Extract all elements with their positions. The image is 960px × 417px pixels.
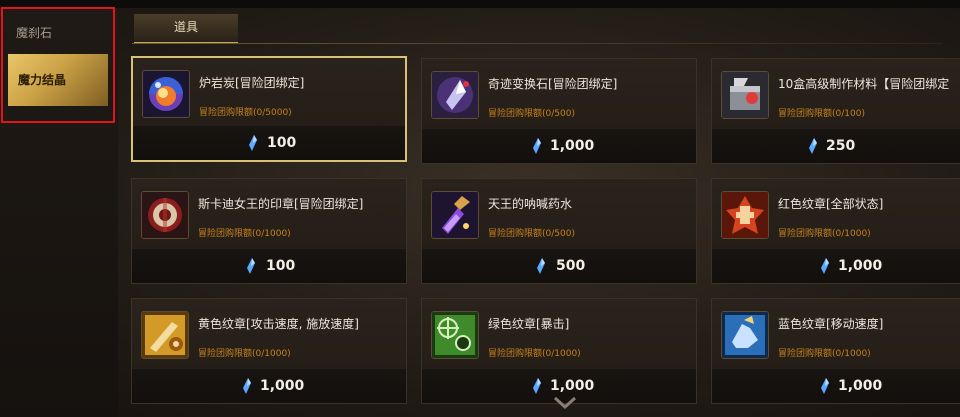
shop-item-card[interactable]: 炉岩炭[冒险团绑定] 冒险团购限额(0/5000) 100: [131, 56, 407, 162]
sidebar-highlight-outline: [1, 7, 115, 123]
item-name: 绿色纹章[暴击]: [488, 317, 570, 331]
blue-emblem-icon: [721, 311, 769, 359]
item-name: 10盒高级制作材料【冒险团绑定: [778, 77, 950, 91]
blue-crystal-icon: [821, 378, 829, 394]
blue-crystal-icon: [821, 258, 829, 274]
item-purchase-limit: 冒险团购限额(0/1000): [488, 349, 581, 359]
item-price: 1,000: [838, 378, 883, 394]
orb-icon: [142, 70, 190, 118]
item-purchase-limit: 冒险团购限额(0/1000): [778, 229, 871, 239]
item-price: 1,000: [550, 138, 595, 154]
shop-item-card[interactable]: 绿色纹章[暴击] 冒险团购限额(0/1000) 1,000: [421, 298, 697, 404]
item-price: 250: [826, 138, 856, 154]
shop-item-card[interactable]: 蓝色纹章[移动速度] 冒险团购限额(0/1000) 1,000: [711, 298, 960, 404]
shop-item-card[interactable]: 斯卡迪女王的印章[冒险团绑定] 冒险团购限额(0/1000) 100: [131, 178, 407, 284]
item-name: 天王的呐喊药水: [488, 197, 573, 211]
item-price: 1,000: [260, 378, 305, 394]
price-bar: 250: [712, 129, 960, 163]
price-bar: 1,000: [712, 249, 960, 283]
blue-crystal-icon: [247, 258, 255, 274]
item-price: 100: [267, 135, 297, 151]
material-box-icon: [721, 71, 769, 119]
blue-crystal-icon: [533, 378, 541, 394]
price-bar: 100: [132, 249, 406, 283]
potion-icon: [431, 191, 479, 239]
item-name: 黄色纹章[攻击速度, 施放速度]: [198, 317, 359, 331]
shop-item-card[interactable]: 红色纹章[全部状态] 冒险团购限额(0/1000) 1,000: [711, 178, 960, 284]
blue-crystal-icon: [809, 138, 817, 154]
price-bar: 500: [422, 249, 696, 283]
price-bar: 1,000: [132, 369, 406, 403]
price-bar: 1,000: [422, 129, 696, 163]
shop-item-card[interactable]: 天王的呐喊药水 冒险团购限额(0/500) 500: [421, 178, 697, 284]
red-emblem-icon: [721, 191, 769, 239]
item-name: 蓝色纹章[移动速度]: [778, 317, 884, 331]
price-bar: 1,000: [712, 369, 960, 403]
item-purchase-limit: 冒险团购限额(0/1000): [198, 349, 291, 359]
yellow-emblem-icon: [141, 311, 189, 359]
tab-items[interactable]: 道具: [134, 14, 238, 44]
item-price: 100: [266, 258, 296, 274]
tab-divider: [132, 43, 942, 44]
item-purchase-limit: 冒险团购限额(0/500): [488, 229, 575, 239]
blue-crystal-icon: [243, 378, 251, 394]
item-purchase-limit: 冒险团购限额(0/1000): [198, 229, 291, 239]
blue-crystal-icon: [533, 138, 541, 154]
item-purchase-limit: 冒险团购限额(0/500): [488, 109, 575, 119]
shop-item-card[interactable]: 黄色纹章[攻击速度, 施放速度] 冒险团购限额(0/1000) 1,000: [131, 298, 407, 404]
item-price: 500: [556, 258, 586, 274]
seal-icon: [141, 191, 189, 239]
green-emblem-icon: [431, 311, 479, 359]
item-name: 红色纹章[全部状态]: [778, 197, 884, 211]
shop-item-card[interactable]: 奇迹变换石[冒险团绑定] 冒险团购限额(0/500) 1,000: [421, 58, 697, 164]
price-bar: 100: [133, 126, 405, 160]
item-purchase-limit: 冒险团购限额(0/5000): [199, 108, 292, 118]
chevron-down-icon[interactable]: [553, 396, 577, 410]
item-purchase-limit: 冒险团购限额(0/100): [778, 109, 865, 119]
shop-item-card[interactable]: 10盒高级制作材料【冒险团绑定 冒险团购限额(0/100) 250: [711, 58, 960, 164]
blue-crystal-icon: [249, 135, 257, 151]
tab-bar: 道具: [132, 12, 952, 44]
item-purchase-limit: 冒险团购限额(0/1000): [778, 349, 871, 359]
item-price: 1,000: [838, 258, 883, 274]
blue-crystal-icon: [537, 258, 545, 274]
tab-label: 道具: [173, 20, 198, 34]
crystal-shard-icon: [431, 71, 479, 119]
window-top-edge: [0, 0, 960, 8]
item-name: 斯卡迪女王的印章[冒险团绑定]: [198, 197, 364, 211]
item-name: 炉岩炭[冒险团绑定]: [199, 76, 305, 90]
item-name: 奇迹变换石[冒险团绑定]: [488, 77, 618, 91]
